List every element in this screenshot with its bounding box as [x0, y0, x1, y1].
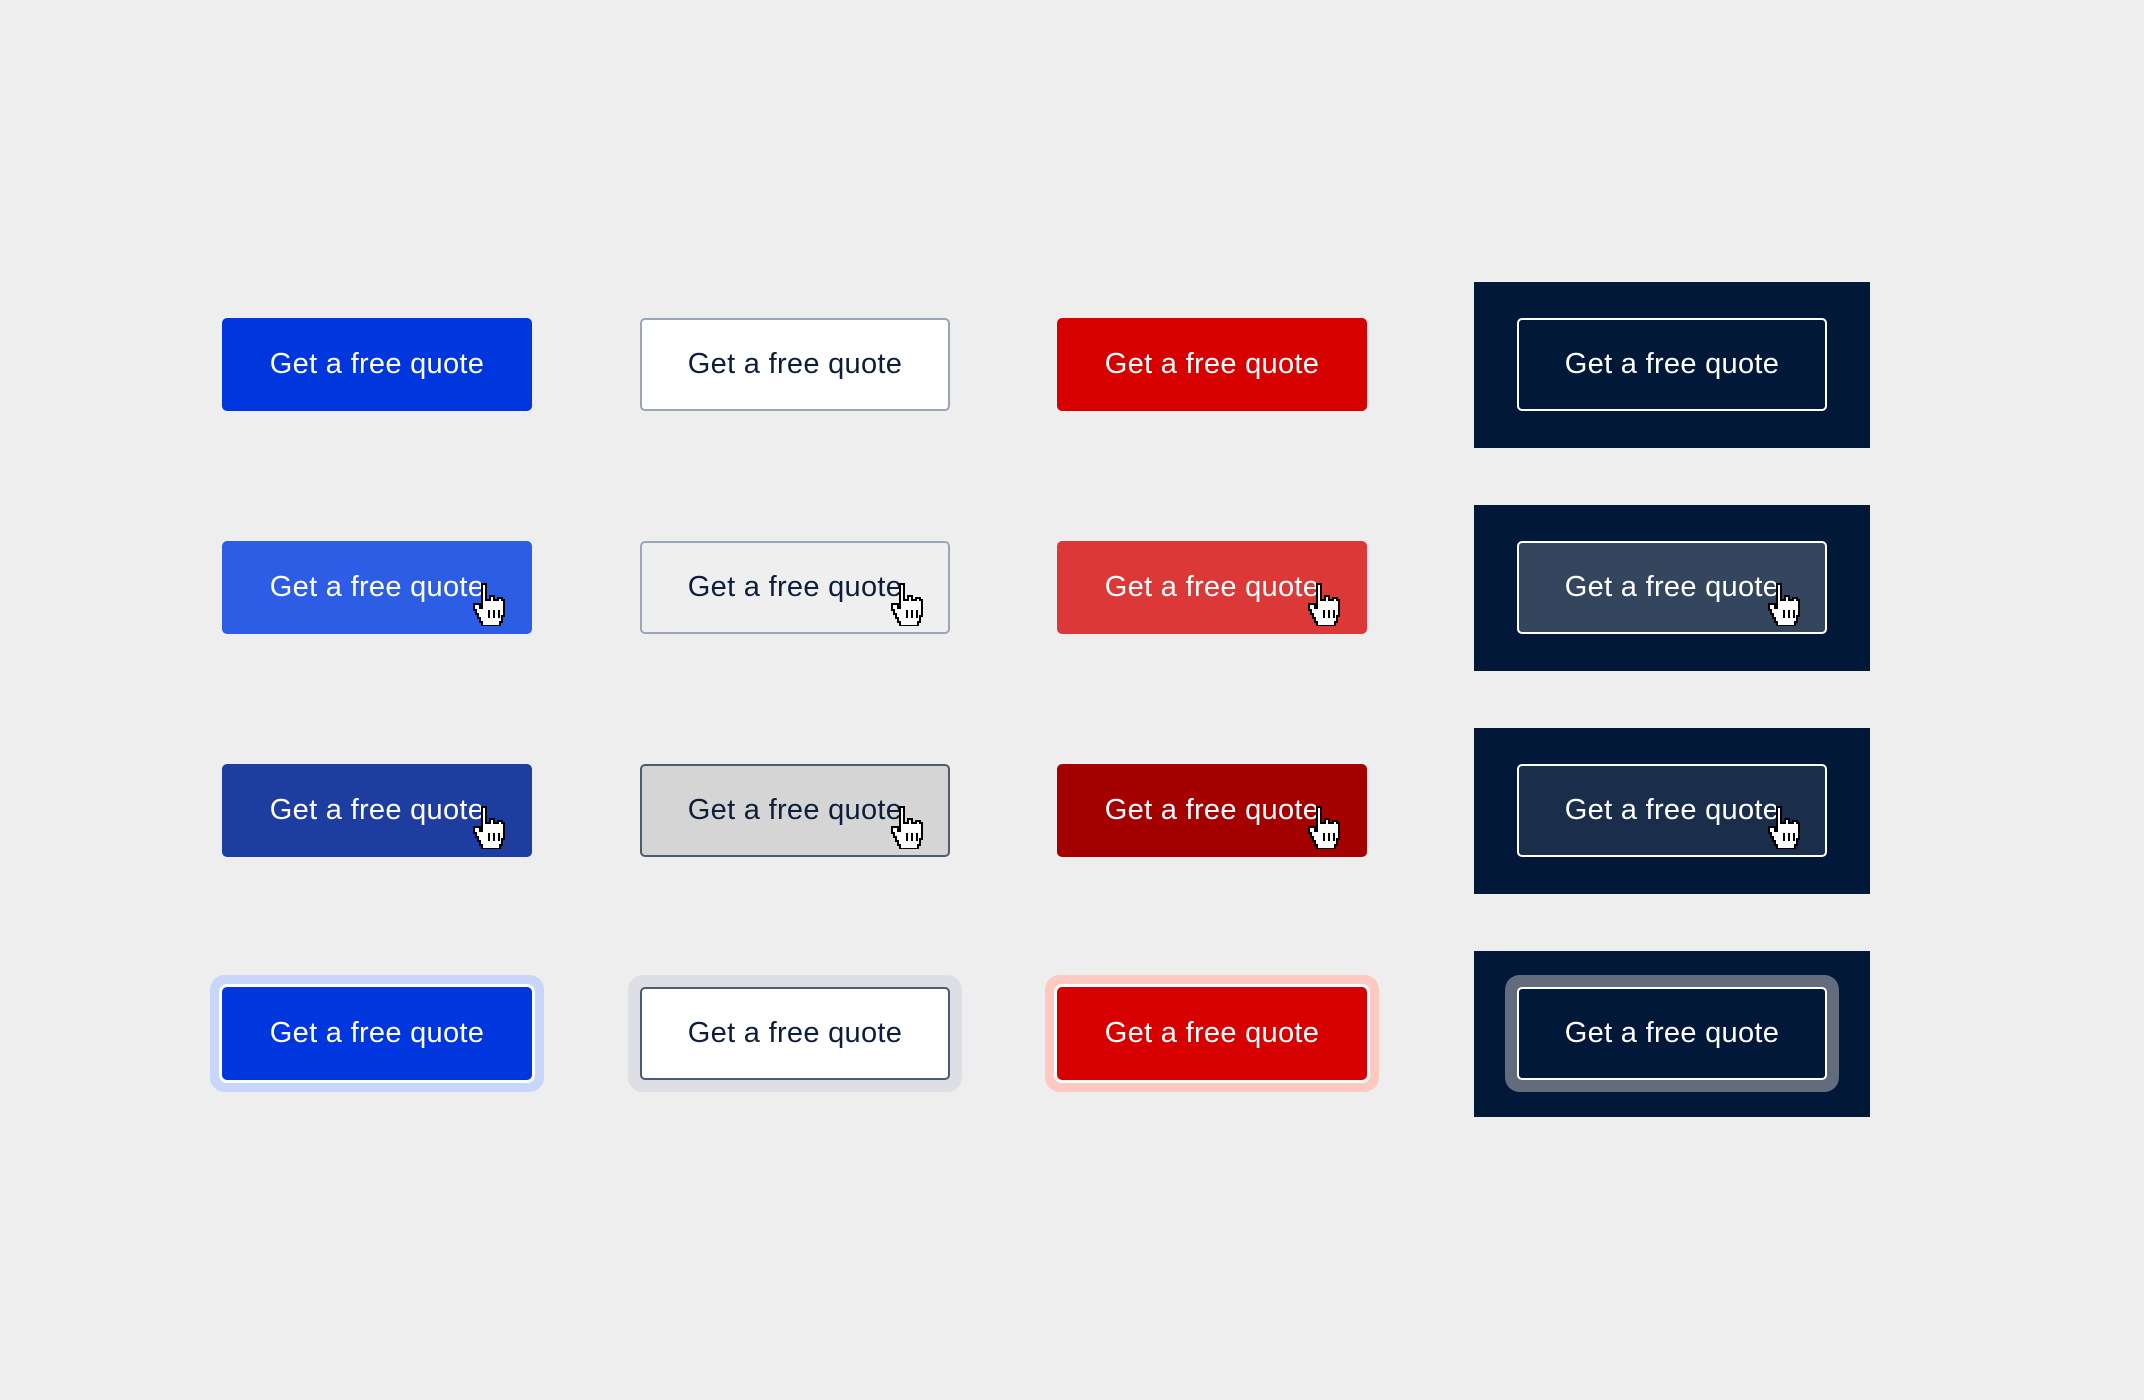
secondary-button-default[interactable]: Get a free quote: [640, 318, 950, 411]
button-label: Get a free quote: [1104, 794, 1320, 826]
danger-button-default[interactable]: Get a free quote: [1057, 318, 1367, 411]
button-label: Get a free quote: [1104, 1017, 1320, 1049]
danger-button-focus[interactable]: Get a free quote: [1057, 987, 1367, 1080]
button-label: Get a free quote: [687, 1017, 903, 1049]
button-label: Get a free quote: [1104, 348, 1320, 380]
danger-button-hover[interactable]: Get a free quote: [1057, 541, 1367, 634]
button-label: Get a free quote: [687, 571, 903, 603]
secondary-button-hover[interactable]: Get a free quote: [640, 541, 950, 634]
primary-button-hover[interactable]: Get a free quote: [222, 541, 532, 634]
primary-button-default[interactable]: Get a free quote: [222, 318, 532, 411]
danger-button-active[interactable]: Get a free quote: [1057, 764, 1367, 857]
primary-button-active[interactable]: Get a free quote: [222, 764, 532, 857]
button-label: Get a free quote: [269, 1017, 485, 1049]
secondary-button-focus[interactable]: Get a free quote: [640, 987, 950, 1080]
button-label: Get a free quote: [1564, 348, 1780, 380]
button-label: Get a free quote: [269, 794, 485, 826]
button-label: Get a free quote: [687, 348, 903, 380]
button-label: Get a free quote: [1104, 571, 1320, 603]
button-label: Get a free quote: [1564, 571, 1780, 603]
button-label: Get a free quote: [269, 348, 485, 380]
inverse-button-active[interactable]: Get a free quote: [1517, 764, 1827, 857]
primary-button-focus[interactable]: Get a free quote: [222, 987, 532, 1080]
inverse-button-default[interactable]: Get a free quote: [1517, 318, 1827, 411]
button-label: Get a free quote: [269, 571, 485, 603]
button-label: Get a free quote: [687, 794, 903, 826]
button-label: Get a free quote: [1564, 1017, 1780, 1049]
secondary-button-active[interactable]: Get a free quote: [640, 764, 950, 857]
inverse-button-focus[interactable]: Get a free quote: [1517, 987, 1827, 1080]
inverse-button-hover[interactable]: Get a free quote: [1517, 541, 1827, 634]
button-label: Get a free quote: [1564, 794, 1780, 826]
